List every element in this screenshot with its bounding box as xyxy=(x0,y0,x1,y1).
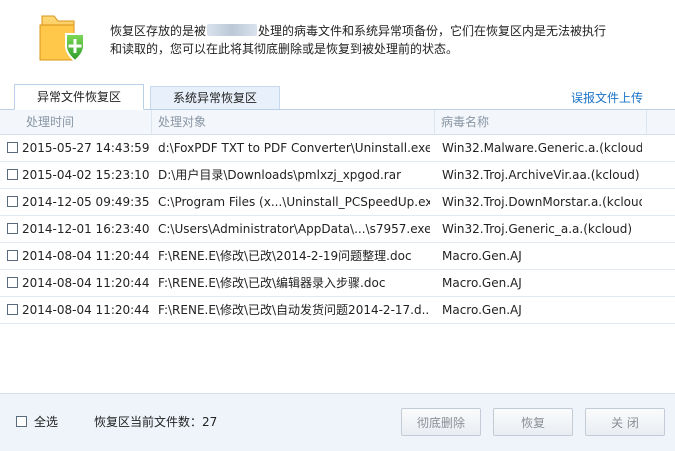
row-checkbox[interactable] xyxy=(7,223,18,234)
table-row[interactable]: 2014-12-05 09:49:35 C:\Program Files (x.… xyxy=(0,189,675,216)
cell-object: F:\RENE.E\修改\已改\2014-2-19问题整理.doc xyxy=(158,249,412,263)
cell-object: F:\RENE.E\修改\已改\编辑器录入步骤.doc xyxy=(158,276,386,290)
table-row[interactable]: 2015-04-02 15:23:10 D:\用户目录\Downloads\pm… xyxy=(0,162,675,189)
cell-virus: Win32.Troj.ArchiveVir.aa.(kcloud) xyxy=(442,168,640,182)
cell-virus: Win32.Troj.DownMorstar.a.(kcloud) xyxy=(442,195,642,209)
delete-permanently-button[interactable]: 彻底删除 xyxy=(401,408,481,436)
column-header-extra xyxy=(646,110,675,134)
cell-object: F:\RENE.E\修改\已改\自动发货问题2014-2-17.d... xyxy=(158,303,430,317)
row-checkbox[interactable] xyxy=(7,169,18,180)
cell-time: 2014-08-04 11:20:44 xyxy=(22,303,150,317)
cell-object: d:\FoxPDF TXT to PDF Converter\Uninstall… xyxy=(158,141,430,155)
folder-shield-icon xyxy=(39,15,85,63)
cell-object: C:\Users\Administrator\AppData\...\s7957… xyxy=(158,222,430,236)
cell-time: 2014-08-04 11:20:44 xyxy=(22,249,150,263)
description-part2: 处理的病毒文件和系统异常项备份，它们在恢复区内是无法被执行 xyxy=(258,24,607,38)
row-checkbox[interactable] xyxy=(7,142,18,153)
column-header-object[interactable]: 处理对象 xyxy=(151,110,434,134)
cell-object: D:\用户目录\Downloads\pmlxzj_xpgod.rar xyxy=(158,168,402,182)
quarantine-table: 处理时间 处理对象 病毒名称 2015-05-27 14:43:59 d:\Fo… xyxy=(0,110,675,324)
cell-time: 2014-08-04 11:20:44 xyxy=(22,276,150,290)
table-row[interactable]: 2014-08-04 11:20:44 F:\RENE.E\修改\已改\自动发货… xyxy=(0,297,675,324)
redacted-text xyxy=(207,24,258,36)
cell-time: 2015-05-27 14:43:59 xyxy=(22,141,150,155)
column-header-virus[interactable]: 病毒名称 xyxy=(434,110,646,134)
cell-virus: Win32.Malware.Generic.a.(kcloud) xyxy=(442,141,642,155)
table-header: 处理时间 处理对象 病毒名称 xyxy=(0,110,675,135)
description-line2: 和读取的，您可以在此将其彻底删除或是恢复到被处理前的状态。 xyxy=(110,42,459,56)
cell-time: 2014-12-05 09:49:35 xyxy=(22,195,150,209)
cell-virus: Macro.Gen.AJ xyxy=(442,249,522,263)
cell-virus: Macro.Gen.AJ xyxy=(442,303,522,317)
tab-system-abnormal[interactable]: 系统异常恢复区 xyxy=(150,86,280,109)
table-row[interactable]: 2015-05-27 14:43:59 d:\FoxPDF TXT to PDF… xyxy=(0,135,675,162)
header-description: 恢复区存放的是被 处理的病毒文件和系统异常项备份，它们在恢复区内是无法被执行 和读… xyxy=(110,22,650,58)
restore-button[interactable]: 恢复 xyxy=(493,408,573,436)
close-button[interactable]: 关 闭 xyxy=(585,408,665,436)
row-checkbox[interactable] xyxy=(7,304,18,315)
row-checkbox[interactable] xyxy=(7,277,18,288)
cell-object: C:\Program Files (x...\Uninstall_PCSpeed… xyxy=(158,195,430,209)
tab-bar: 异常文件恢复区 系统异常恢复区 误报文件上传 xyxy=(0,84,675,110)
table-row[interactable]: 2014-12-01 16:23:40 C:\Users\Administrat… xyxy=(0,216,675,243)
cell-virus: Macro.Gen.AJ xyxy=(442,276,522,290)
cell-time: 2015-04-02 15:23:10 xyxy=(22,168,150,182)
header: 恢复区存放的是被 处理的病毒文件和系统异常项备份，它们在恢复区内是无法被执行 和读… xyxy=(0,0,675,84)
report-false-positive-link[interactable]: 误报文件上传 xyxy=(571,89,643,106)
description-part1: 恢复区存放的是被 xyxy=(110,24,207,38)
file-count-text: 恢复区当前文件数：27 xyxy=(94,415,218,429)
tab-abnormal-files[interactable]: 异常文件恢复区 xyxy=(14,84,144,110)
select-all-checkbox[interactable] xyxy=(16,416,27,427)
select-all-label[interactable]: 全选 xyxy=(34,413,58,430)
cell-time: 2014-12-01 16:23:40 xyxy=(22,222,150,236)
row-checkbox[interactable] xyxy=(7,196,18,207)
row-checkbox[interactable] xyxy=(7,250,18,261)
table-row[interactable]: 2014-08-04 11:20:44 F:\RENE.E\修改\已改\2014… xyxy=(0,243,675,270)
column-header-time[interactable]: 处理时间 xyxy=(20,110,151,134)
footer-bar: 全选 恢复区当前文件数：27 彻底删除 恢复 关 闭 xyxy=(0,393,675,451)
cell-virus: Win32.Troj.Generic_a.a.(kcloud) xyxy=(442,222,633,236)
table-row[interactable]: 2014-08-04 11:20:44 F:\RENE.E\修改\已改\编辑器录… xyxy=(0,270,675,297)
